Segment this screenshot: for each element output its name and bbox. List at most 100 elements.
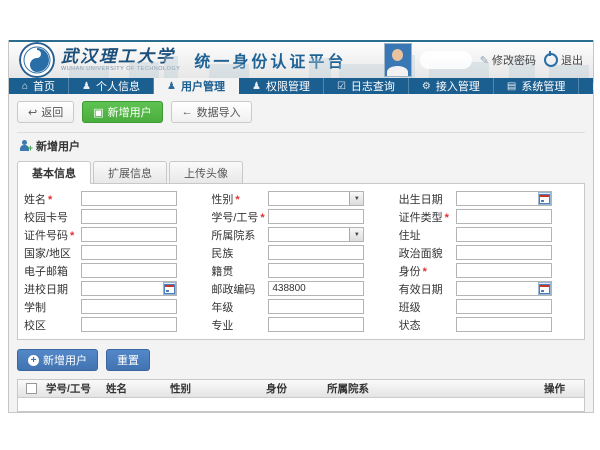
form-field: 班级* ▼ xyxy=(399,299,578,314)
field-input[interactable] xyxy=(268,317,364,332)
nav-tab[interactable]: ☑ 日志查询 xyxy=(324,78,409,94)
form-tab[interactable]: 基本信息 xyxy=(17,161,91,184)
field-label: 性别* xyxy=(211,191,268,207)
field-input[interactable] xyxy=(81,263,177,278)
person-icon: ♟ xyxy=(82,81,91,92)
dropdown-arrow-icon[interactable]: ▼ xyxy=(349,228,363,241)
field-input[interactable] xyxy=(81,227,177,242)
form-field: 状态* ▼ xyxy=(399,317,578,332)
nav-tab[interactable]: ♟ 用户管理 xyxy=(154,78,239,94)
field-label: 证件类型* xyxy=(399,209,456,225)
field-input[interactable] xyxy=(456,227,552,242)
field-label: 电子邮箱* xyxy=(24,263,81,279)
permission-icon: ♟ xyxy=(252,81,261,92)
field-input[interactable] xyxy=(456,263,552,278)
table-column-header[interactable]: 所属院系 xyxy=(325,381,542,396)
field-input[interactable] xyxy=(456,317,552,332)
nav-tab-label: 系统管理 xyxy=(521,78,565,94)
field-input[interactable] xyxy=(268,209,364,224)
field-input[interactable] xyxy=(456,299,552,314)
user-avatar[interactable] xyxy=(384,43,412,77)
reset-button[interactable]: 重置 xyxy=(106,349,150,371)
field-input[interactable] xyxy=(268,245,364,260)
table-column-header[interactable]: 学号/工号 xyxy=(44,381,104,396)
calendar-icon[interactable] xyxy=(538,192,551,205)
app-window: 武汉理工大学 WUHAN UNIVERSITY OF TECHNOLOGY 统一… xyxy=(8,40,594,413)
field-input[interactable] xyxy=(456,209,552,224)
platform-title: 统一身份认证平台 xyxy=(194,48,346,72)
field-label: 籍贯* xyxy=(211,263,268,279)
form-field: 专业* ▼ xyxy=(211,317,390,332)
main-nav: ⌂ 首页 ♟ 个人信息 ♟ 用户管理 ♟ 权限管理 xyxy=(9,78,593,94)
table-column-header[interactable]: 操作 xyxy=(542,381,584,396)
field-input[interactable] xyxy=(456,245,552,260)
logout-link[interactable]: 退出 xyxy=(544,52,583,68)
avatar-body xyxy=(387,66,408,77)
university-logo xyxy=(19,42,55,78)
university-name-cn: 武汉理工大学 xyxy=(61,48,180,66)
nav-tab[interactable]: ▤ 订阅管理 xyxy=(579,78,600,94)
field-label: 专业* xyxy=(211,317,268,333)
field-label: 出生日期* xyxy=(399,191,456,207)
required-star: * xyxy=(260,212,264,224)
field-input[interactable] xyxy=(81,191,177,206)
field-label: 身份* xyxy=(399,263,456,279)
university-name-en: WUHAN UNIVERSITY OF TECHNOLOGY xyxy=(61,66,180,73)
pencil-icon: ✎ xyxy=(480,54,489,67)
field-input[interactable] xyxy=(268,263,364,278)
field-label: 住址* xyxy=(399,227,456,243)
table-column-header[interactable]: 性别 xyxy=(168,381,264,396)
nav-tab[interactable]: ♟ 权限管理 xyxy=(239,78,324,94)
required-star: * xyxy=(70,230,74,242)
calendar-icon[interactable] xyxy=(538,282,551,295)
field-input[interactable] xyxy=(81,209,177,224)
form-tab[interactable]: 扩展信息 xyxy=(93,161,167,183)
field-input[interactable] xyxy=(81,299,177,314)
table-column-header[interactable]: 姓名 xyxy=(104,381,168,396)
field-label: 学制* xyxy=(24,299,81,315)
field-input[interactable] xyxy=(81,245,177,260)
nav-tab[interactable]: ⚙ 接入管理 xyxy=(409,78,494,94)
table-column-header[interactable]: 身份 xyxy=(264,381,325,396)
person-icon: ♟ xyxy=(167,81,176,92)
form-field: 证件号码* ▼ xyxy=(24,227,203,242)
user-table-header: 学号/工号 姓名 性别 身份 所属院系 操作 xyxy=(18,380,584,398)
dropdown-arrow-icon[interactable]: ▼ xyxy=(349,192,363,205)
nav-tab-label: 个人信息 xyxy=(96,78,140,94)
submit-add-user-button[interactable]: + 新增用户 xyxy=(17,349,98,371)
required-star: * xyxy=(445,212,449,224)
header-user-area: ✎ 修改密码 退出 xyxy=(384,43,593,77)
form-tab[interactable]: 上传头像 xyxy=(169,161,243,183)
form-field: 姓名* ▼ xyxy=(24,191,203,206)
form-tab-label: 基本信息 xyxy=(32,165,76,181)
field-input[interactable] xyxy=(81,317,177,332)
add-user-toolbar-button[interactable]: ▣ 新增用户 xyxy=(82,101,162,123)
calendar-icon[interactable] xyxy=(163,282,176,295)
nav-tab[interactable]: ▤ 系统管理 xyxy=(494,78,579,94)
form-field: 民族* ▼ xyxy=(211,245,390,260)
form-tab-label: 上传头像 xyxy=(184,165,228,181)
document-icon: ▤ xyxy=(592,81,600,92)
form-field: 所属院系* ▼ xyxy=(211,227,390,242)
add-user-icon: ▣ xyxy=(93,106,103,119)
field-label: 邮政编码* xyxy=(211,281,268,297)
form-field: 校区* ▼ xyxy=(24,317,203,332)
field-input[interactable] xyxy=(268,281,364,296)
back-button[interactable]: ↩ 返回 xyxy=(17,101,74,123)
back-arrow-icon: ↩ xyxy=(28,106,37,119)
nav-tab[interactable]: ⌂ 首页 xyxy=(9,78,69,94)
data-import-button[interactable]: ← 数据导入 xyxy=(171,101,252,123)
logout-label: 退出 xyxy=(561,52,583,68)
nav-tab[interactable]: ♟ 个人信息 xyxy=(69,78,154,94)
nav-tab-label: 首页 xyxy=(33,78,55,94)
select-all-checkbox[interactable] xyxy=(26,383,37,394)
user-table: 学号/工号 姓名 性别 身份 所属院系 操作 xyxy=(17,379,585,412)
form-actions: + 新增用户 重置 xyxy=(17,349,585,371)
university-name-block: 武汉理工大学 WUHAN UNIVERSITY OF TECHNOLOGY xyxy=(61,48,180,73)
toolbar: ↩ 返回 ▣ 新增用户 ← 数据导入 xyxy=(17,101,585,123)
field-input[interactable] xyxy=(268,299,364,314)
form-field: 身份* ▼ xyxy=(399,263,578,278)
field-label: 姓名* xyxy=(24,191,81,207)
log-check-icon: ☑ xyxy=(337,81,346,92)
change-password-link[interactable]: ✎ 修改密码 xyxy=(480,52,536,68)
